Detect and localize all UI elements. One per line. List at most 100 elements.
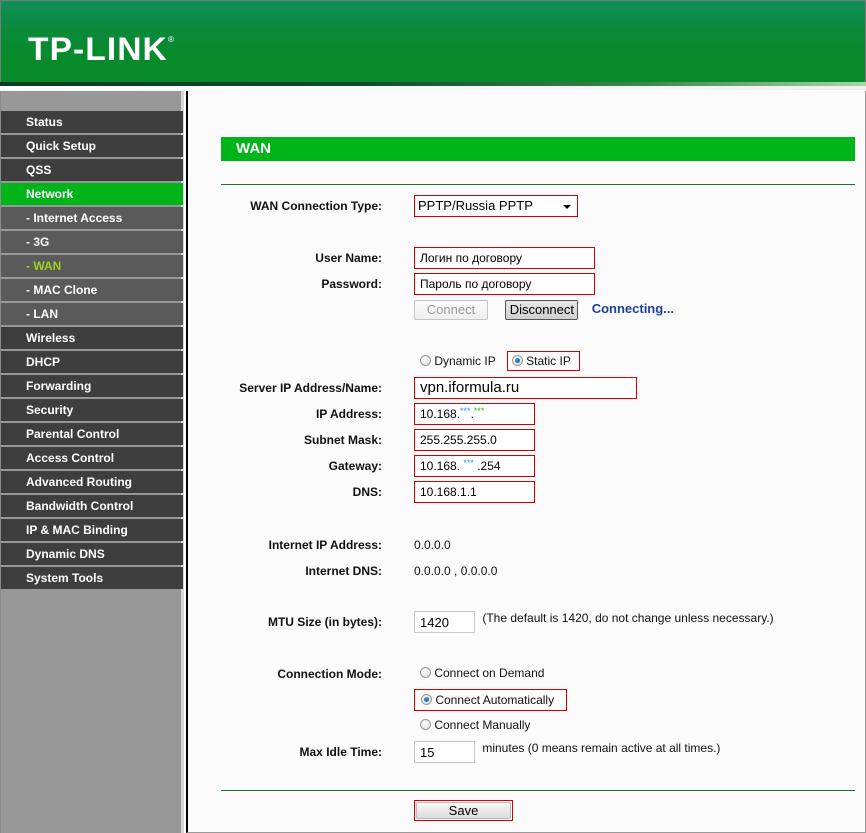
password-field-wrap: Пароль по договору (414, 273, 595, 295)
radio-static-ip[interactable]: Static IP (506, 351, 580, 371)
header-banner: TP-LINK® (0, 0, 866, 86)
gateway-prefix: 10.168. (420, 459, 464, 473)
mtu-label: MTU Size (in bytes): (267, 615, 382, 629)
sidebar-item-internet-access[interactable]: - Internet Access (1, 207, 183, 229)
mtu-input[interactable]: 1420 (414, 611, 475, 633)
sidebar-menu: Status Quick Setup QSS Network - Internet Ac… (1, 111, 183, 589)
gateway-suffix: .254 (473, 459, 501, 473)
header-strip-light (0, 86, 866, 90)
sidebar-item-bandwidth-control[interactable]: Bandwidth Control (1, 495, 183, 517)
max-idle-field-wrap: 15 minutes (0 means remain active at all… (414, 741, 720, 763)
server-field-wrap: vpn.iformula.ru (414, 377, 637, 399)
dns-row: DNS: 10.168.1.1 (188, 481, 866, 503)
wan-type-row: WAN Connection Type: PPTP/Russia PPTP (188, 195, 866, 217)
radio-icon (420, 719, 431, 731)
subnet-mask-input[interactable]: 255.255.255.0 (414, 429, 535, 451)
sidebar-item-ip-and-mac-binding[interactable]: IP & MAC Binding (1, 519, 183, 541)
radio-connect-on-demand[interactable]: Connect on Demand (420, 666, 544, 680)
radio-selected-icon (511, 355, 523, 367)
radio-connect-automatically[interactable]: Connect Automatically (414, 689, 567, 711)
username-label: User Name: (315, 251, 382, 265)
connect-automatically-label: Connect Automatically (435, 693, 555, 707)
ip-masked-octet-4: *** (473, 406, 485, 416)
ip-address-field-wrap: 10.168.***.*** (414, 403, 535, 425)
internet-ip-label: Internet IP Address: (268, 538, 382, 552)
dns-input[interactable]: 10.168.1.1 (414, 481, 535, 503)
mtu-note: (The default is 1420, do not change unle… (482, 611, 774, 625)
subnet-field-wrap: 255.255.255.0 (414, 429, 535, 451)
sidebar-item-advanced-routing[interactable]: Advanced Routing (1, 471, 183, 493)
connection-mode-row: Connection Mode: Connect on Demand (188, 663, 866, 685)
wan-type-label: WAN Connection Type: (250, 199, 382, 213)
gateway-masked-octet: *** (463, 458, 474, 468)
gateway-label: Gateway: (328, 459, 382, 473)
save-button[interactable]: Save (416, 802, 511, 819)
ip-masked-octet-3: *** (460, 406, 471, 416)
username-input[interactable]: Логин по договору (414, 247, 595, 269)
page-title: WAN (221, 137, 855, 161)
sidebar-item-lan[interactable]: - LAN (1, 303, 183, 325)
dynamic-ip-label: Dynamic IP (434, 354, 496, 368)
wan-connection-type-select[interactable]: PPTP/Russia PPTP (414, 195, 578, 217)
max-idle-input[interactable]: 15 (414, 741, 475, 763)
sidebar-item-system-tools[interactable]: System Tools (1, 567, 183, 589)
sidebar-item-forwarding[interactable]: Forwarding (1, 375, 183, 397)
mtu-field-wrap: 1420 (The default is 1420, do not change… (414, 611, 774, 633)
sidebar-item-qss[interactable]: QSS (1, 159, 183, 181)
disconnect-button[interactable]: Disconnect (505, 300, 579, 320)
internet-dns-label: Internet DNS: (305, 564, 382, 578)
internet-dns-row: Internet DNS: 0.0.0.0 , 0.0.0.0 (188, 560, 866, 582)
sidebar-item-quick-setup[interactable]: Quick Setup (1, 135, 183, 157)
connect-button[interactable]: Connect (414, 300, 488, 320)
ip-address-input[interactable]: 10.168.***.*** (414, 403, 535, 425)
internet-ip-value: 0.0.0.0 (414, 538, 451, 552)
connect-controls: Connect Disconnect Connecting... (414, 300, 674, 320)
radio-icon (420, 667, 431, 679)
save-row: Save (188, 800, 866, 822)
internet-dns-value: 0.0.0.0 , 0.0.0.0 (414, 564, 498, 578)
registered-mark: ® (167, 35, 176, 44)
sidebar-item-security[interactable]: Security (1, 399, 183, 421)
sidebar-item-wireless[interactable]: Wireless (1, 327, 183, 349)
connection-mode-label: Connection Mode: (277, 667, 382, 681)
password-input[interactable]: Пароль по договору (414, 273, 595, 295)
connect-manually-label: Connect Manually (434, 718, 531, 732)
password-label: Password: (321, 277, 382, 291)
gateway-input[interactable]: 10.168. *** .254 (414, 455, 535, 477)
subnet-row: Subnet Mask: 255.255.255.0 (188, 429, 866, 451)
sidebar-item-network[interactable]: Network (1, 183, 183, 205)
sidebar-item-dynamic-dns[interactable]: Dynamic DNS (1, 543, 183, 565)
password-row: Password: Пароль по договору (188, 273, 866, 295)
sidebar-item-3g[interactable]: - 3G (1, 231, 183, 253)
tp-link-logo: TP-LINK® (28, 31, 175, 68)
radio-dynamic-ip[interactable]: Dynamic IP (420, 354, 495, 368)
server-input[interactable]: vpn.iformula.ru (414, 377, 637, 399)
ip-mode-options: Dynamic IP Static IP (420, 351, 580, 371)
connect-row: Connect Disconnect Connecting... (188, 300, 866, 322)
max-idle-label: Max Idle Time: (299, 745, 382, 759)
sidebar-item-wan[interactable]: - WAN (1, 255, 183, 277)
bottom-divider (221, 790, 855, 791)
sidebar-item-dhcp[interactable]: DHCP (1, 351, 183, 373)
ip-address-label: IP Address: (315, 407, 382, 421)
sidebar-item-mac-clone[interactable]: - MAC Clone (1, 279, 183, 301)
sidebar-item-access-control[interactable]: Access Control (1, 447, 183, 469)
sidebar-item-status[interactable]: Status (1, 111, 183, 133)
connect-manual-row: Connect Manually (188, 715, 866, 737)
mtu-row: MTU Size (in bytes): 1420 (The default i… (188, 611, 866, 633)
internet-ip-row: Internet IP Address: 0.0.0.0 (188, 534, 866, 556)
server-row: Server IP Address/Name: vpn.iformula.ru (188, 377, 866, 399)
radio-selected-icon (421, 694, 432, 706)
chevron-down-icon (563, 205, 571, 209)
username-field-wrap: Логин по договору (414, 247, 595, 269)
sidebar-item-parental-control[interactable]: Parental Control (1, 423, 183, 445)
dns-field-wrap: 10.168.1.1 (414, 481, 535, 503)
main-panel: WAN WAN Connection Type: PPTP/Russia PPT… (186, 91, 866, 833)
wan-type-value: PPTP/Russia PPTP (418, 198, 533, 213)
radio-icon (420, 355, 431, 367)
gateway-field-wrap: 10.168. *** .254 (414, 455, 535, 477)
ip-address-row: IP Address: 10.168.***.*** (188, 403, 866, 425)
connect-auto-row: Connect Automatically (188, 689, 866, 711)
server-label: Server IP Address/Name: (239, 381, 382, 395)
radio-connect-manually[interactable]: Connect Manually (420, 718, 530, 732)
